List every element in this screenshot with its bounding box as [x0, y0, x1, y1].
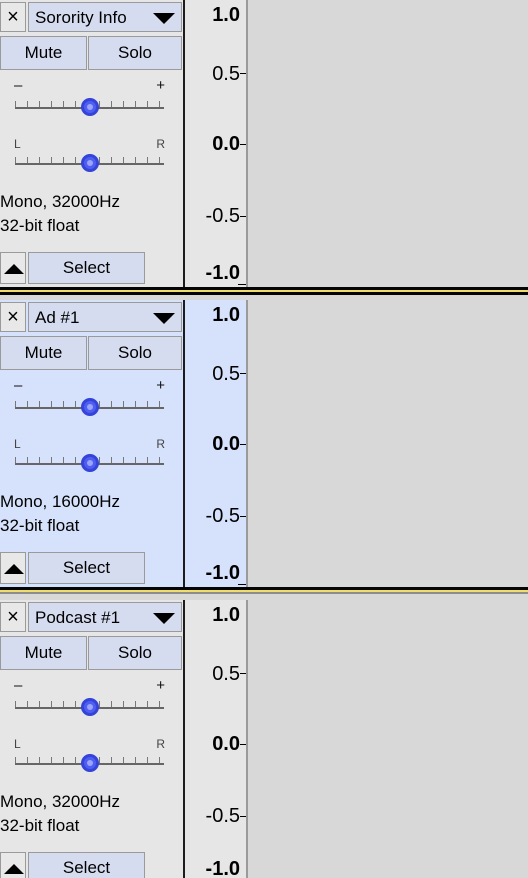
- sample-rate-info: Mono, 32000Hz: [0, 192, 121, 211]
- track-control-panel[interactable]: × Podcast #1 Mute Solo – + L R Mono, 320…: [0, 600, 183, 878]
- ruler-label-lower: -0.5: [205, 805, 240, 827]
- gain-plus-label: +: [156, 377, 165, 394]
- gain-minus-label: –: [14, 377, 23, 394]
- sample-format-info: 32-bit float: [0, 516, 80, 535]
- audio-track-podcast-1: × Podcast #1 Mute Solo – + L R Mono, 320…: [0, 600, 528, 878]
- gain-slider[interactable]: – +: [12, 677, 167, 716]
- close-track-button[interactable]: ×: [0, 302, 26, 332]
- chevron-down-icon: [153, 613, 175, 624]
- waveform-area[interactable]: [248, 0, 528, 290]
- solo-button[interactable]: Solo: [88, 336, 182, 370]
- sample-format-info: 32-bit float: [0, 216, 80, 235]
- collapse-track-button[interactable]: [0, 852, 26, 878]
- ruler-label-lower: -0.5: [205, 505, 240, 527]
- pan-right-label: R: [156, 137, 165, 151]
- waveform-area[interactable]: [248, 600, 528, 878]
- gain-slider-thumb[interactable]: [80, 398, 99, 416]
- select-track-button[interactable]: Select: [28, 252, 145, 284]
- separator-gray-line: [0, 592, 528, 594]
- ruler-label-top: 1.0: [212, 304, 240, 326]
- ruler-label-upper: 0.5: [212, 663, 240, 685]
- sample-rate-info: Mono, 32000Hz: [0, 792, 121, 811]
- ruler-label-bottom: -1.0: [205, 562, 240, 584]
- pan-slider-thumb[interactable]: [80, 754, 99, 772]
- collapse-track-button[interactable]: [0, 552, 26, 584]
- collapse-up-icon: [4, 864, 24, 874]
- pan-slider-thumb[interactable]: [80, 454, 99, 472]
- gain-plus-label: +: [156, 77, 165, 94]
- gain-slider[interactable]: – +: [12, 377, 167, 416]
- track-control-panel[interactable]: × Ad #1 Mute Solo – + L R Mono, 16000Hz …: [0, 300, 183, 590]
- mute-button[interactable]: Mute: [0, 36, 87, 70]
- track-separator: [0, 287, 528, 295]
- close-track-button[interactable]: ×: [0, 2, 26, 32]
- ruler-label-upper: 0.5: [212, 63, 240, 85]
- audio-track-ad-1: × Ad #1 Mute Solo – + L R Mono, 16000Hz …: [0, 300, 528, 590]
- sample-rate-info: Mono, 16000Hz: [0, 492, 121, 511]
- ruler-label-bottom: -1.0: [205, 858, 240, 878]
- gain-plus-label: +: [156, 677, 165, 694]
- track-name-menu-button[interactable]: Sorority Info: [28, 2, 182, 32]
- pan-left-label: L: [14, 137, 21, 151]
- solo-button[interactable]: Solo: [88, 636, 182, 670]
- pan-slider[interactable]: L R: [12, 434, 167, 472]
- ruler-label-middle: 0.0: [212, 133, 240, 155]
- vertical-amplitude-ruler[interactable]: 1.0 0.5 0.0 -0.5 -1.0: [185, 600, 246, 878]
- close-track-button[interactable]: ×: [0, 602, 26, 632]
- ruler-label-bottom: -1.0: [205, 262, 240, 284]
- chevron-down-icon: [153, 313, 175, 324]
- ruler-label-middle: 0.0: [212, 433, 240, 455]
- gain-slider-thumb[interactable]: [80, 698, 99, 716]
- select-track-button[interactable]: Select: [28, 852, 145, 878]
- gain-slider-thumb[interactable]: [80, 98, 99, 116]
- waveform-area[interactable]: [248, 300, 528, 590]
- pan-slider[interactable]: L R: [12, 134, 167, 172]
- gain-minus-label: –: [14, 677, 23, 694]
- ruler-label-top: 1.0: [212, 4, 240, 26]
- ruler-tick-bottom: [238, 584, 246, 585]
- ruler-label-middle: 0.0: [212, 733, 240, 755]
- pan-left-label: L: [14, 437, 21, 451]
- audio-track-sorority-info: × Sorority Info Mute Solo – + L R Mono, …: [0, 0, 528, 290]
- collapse-track-button[interactable]: [0, 252, 26, 284]
- track-name: Ad #1: [35, 308, 80, 327]
- solo-button[interactable]: Solo: [88, 36, 182, 70]
- ruler-label-top: 1.0: [212, 604, 240, 626]
- track-separator: [0, 587, 528, 595]
- close-icon: ×: [7, 606, 19, 628]
- close-icon: ×: [7, 6, 19, 28]
- pan-slider[interactable]: L R: [12, 734, 167, 772]
- close-icon: ×: [7, 306, 19, 328]
- collapse-up-icon: [4, 264, 24, 274]
- mute-button[interactable]: Mute: [0, 336, 87, 370]
- pan-slider-thumb[interactable]: [80, 154, 99, 172]
- ruler-label-upper: 0.5: [212, 363, 240, 385]
- pan-right-label: R: [156, 737, 165, 751]
- track-name-menu-button[interactable]: Ad #1: [28, 302, 182, 332]
- mute-button[interactable]: Mute: [0, 636, 87, 670]
- track-name-menu-button[interactable]: Podcast #1: [28, 602, 182, 632]
- ruler-label-lower: -0.5: [205, 205, 240, 227]
- pan-left-label: L: [14, 737, 21, 751]
- select-track-button[interactable]: Select: [28, 552, 145, 584]
- separator-dark-line: [0, 292, 528, 295]
- gain-slider[interactable]: – +: [12, 77, 167, 116]
- vertical-amplitude-ruler[interactable]: 1.0 0.5 0.0 -0.5 -1.0: [185, 0, 246, 290]
- gain-minus-label: –: [14, 77, 23, 94]
- collapse-up-icon: [4, 564, 24, 574]
- track-control-panel[interactable]: × Sorority Info Mute Solo – + L R Mono, …: [0, 0, 183, 290]
- vertical-amplitude-ruler[interactable]: 1.0 0.5 0.0 -0.5 -1.0: [185, 300, 246, 590]
- ruler-tick-bottom: [238, 284, 246, 285]
- pan-right-label: R: [156, 437, 165, 451]
- track-name: Sorority Info: [35, 8, 127, 27]
- sample-format-info: 32-bit float: [0, 816, 80, 835]
- chevron-down-icon: [153, 13, 175, 24]
- track-name: Podcast #1: [35, 608, 121, 627]
